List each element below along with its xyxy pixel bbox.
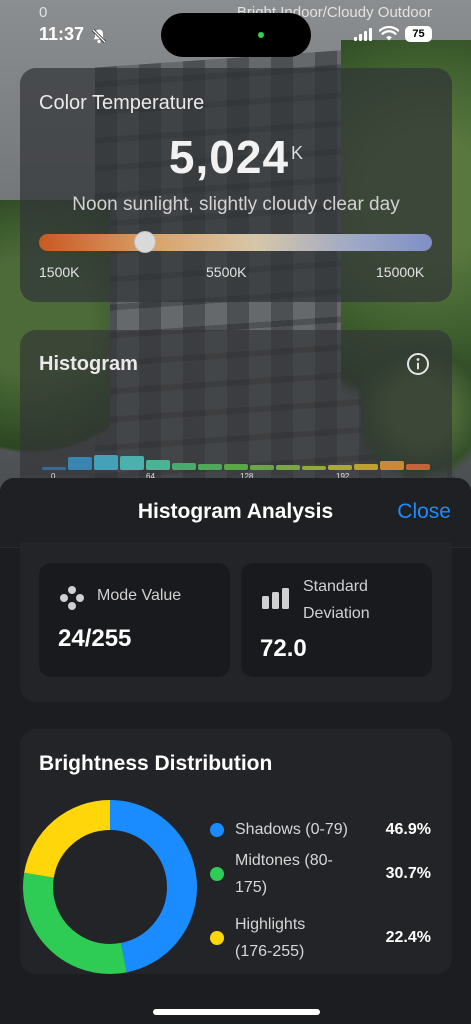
legend-shadows: Shadows (0-79) 46.9% [210, 815, 436, 845]
scale-max-label: 15000K [376, 264, 425, 280]
histogram-bar [224, 464, 248, 470]
legend-percent-midtones: 30.7% [385, 865, 431, 882]
signal-icon [354, 28, 372, 41]
histogram-card: Histogram 0 64 128 192 [20, 330, 452, 500]
close-button[interactable]: Close [397, 500, 451, 524]
sheet-header: Histogram Analysis Close [0, 478, 471, 548]
color-temperature-slider[interactable] [39, 231, 432, 253]
bar-chart-icon [262, 588, 289, 609]
legend-dot-midtones [210, 867, 224, 881]
legend-highlights: Highlights (176-255) 22.4% [210, 911, 436, 967]
histogram-bar [302, 465, 326, 470]
status-time: 11:37 [39, 24, 85, 44]
histogram-bar [354, 464, 378, 470]
status-right: 75 [353, 26, 432, 42]
color-temperature-unit: K [291, 142, 304, 163]
brightness-distribution-card: Brightness Distribution Shadows (0-79) 4… [20, 729, 452, 974]
histogram-bar [42, 466, 66, 470]
histogram-bar [250, 465, 274, 470]
info-icon[interactable] [406, 352, 430, 376]
legend-percent-shadows: 46.9% [385, 821, 431, 838]
scale-min-label: 1500K [39, 264, 80, 280]
legend-percent-highlights: 22.4% [385, 929, 431, 946]
home-indicator[interactable] [153, 1009, 320, 1015]
legend-label-midtones: Midtones (80-175) [235, 852, 333, 896]
standard-deviation-value: 72.0 [260, 635, 307, 662]
battery-indicator: 75 [405, 26, 432, 42]
status-bar: 11:37 75 [39, 24, 432, 48]
color-temperature-card: Color Temperature 5,024 K Noon sunlight, … [20, 68, 452, 302]
mode-dots-icon [60, 586, 84, 610]
histogram-bar [406, 464, 430, 470]
histogram-bar [68, 457, 92, 470]
wifi-icon [379, 26, 399, 41]
status-top-left: 0 [39, 4, 48, 21]
histogram-analysis-sheet: Histogram Analysis Close Mode Value 24/2… [0, 478, 471, 1024]
legend-label-shadows: Shadows (0-79) [235, 821, 348, 838]
mode-value-box: Mode Value 24/255 [39, 563, 230, 677]
legend-midtones: Midtones (80-175) 30.7% [210, 847, 436, 903]
histogram-title: Histogram [39, 353, 138, 375]
mode-value: 24/255 [58, 625, 132, 652]
standard-deviation-box: Standard Deviation 72.0 [241, 563, 432, 677]
histogram-bar [172, 462, 196, 470]
bell-slash-icon [91, 28, 107, 44]
stats-card: Mode Value 24/255 Standard Deviation 72.… [20, 542, 452, 702]
color-temperature-value: 5,024 [168, 131, 290, 183]
histogram-bar [380, 461, 404, 470]
color-temperature-description: Noon sunlight, slightly cloudy clear day [72, 194, 400, 215]
brightness-donut-chart [23, 800, 197, 974]
histogram-bars [42, 452, 430, 470]
histogram-bar [276, 465, 300, 470]
standard-deviation-label: Standard Deviation [303, 578, 370, 622]
histogram-bar [328, 465, 352, 470]
brightness-distribution-title: Brightness Distribution [39, 752, 273, 775]
histogram-bar [94, 454, 118, 470]
legend-label-highlights: Highlights (176-255) [235, 916, 306, 960]
legend-dot-highlights [210, 931, 224, 945]
scale-mid-label: 5500K [206, 264, 247, 280]
color-temperature-title: Color Temperature [39, 92, 205, 114]
histogram-bar [120, 455, 144, 470]
mode-value-label: Mode Value [97, 587, 182, 604]
legend-dot-shadows [210, 823, 224, 837]
slider-thumb[interactable] [134, 231, 157, 253]
histogram-bar [198, 463, 222, 470]
histogram-bar [146, 460, 170, 470]
color-temperature-readout: 5,024 K [20, 130, 452, 184]
